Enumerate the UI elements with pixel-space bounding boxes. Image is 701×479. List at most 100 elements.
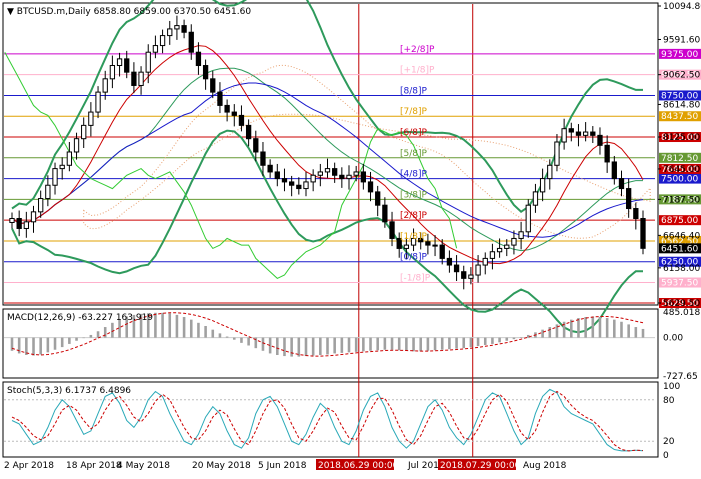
candle-body	[95, 91, 101, 113]
x-tick-label-1: 18 Apr 2018	[66, 461, 122, 471]
murrey-label-11: [-1/8]P	[400, 274, 431, 284]
candle-body	[138, 71, 144, 86]
y-tick-label-6: 7187.50	[663, 195, 700, 205]
stoch-title: Stoch(5,3,3) 6.1737 6.4896	[7, 386, 131, 396]
candle-body	[446, 257, 453, 266]
candle-body	[367, 181, 374, 193]
candle-body	[375, 191, 381, 206]
candle-body	[346, 174, 352, 180]
candle-body	[461, 271, 467, 279]
candle-body	[102, 78, 108, 93]
x-tick-label-8: Aug 2018	[523, 461, 567, 471]
y-tick-label-1: 9591.60	[663, 35, 700, 45]
stoch-y-tick-3: 0	[663, 451, 669, 461]
candle-body	[518, 231, 524, 239]
candle-body	[525, 204, 531, 233]
x-tick-label-3: 20 May 2018	[192, 461, 251, 471]
candle-body	[38, 198, 44, 213]
main-pane-frame	[2, 2, 659, 306]
x-tick-label-7: 2018.07.29 00:00	[440, 461, 521, 471]
chikou-line	[4, 51, 458, 279]
candle-body	[202, 65, 209, 80]
candle-body	[274, 171, 280, 180]
candle-body	[217, 91, 223, 106]
candle-body	[267, 164, 273, 173]
candle-body	[468, 274, 474, 279]
candle-body	[260, 151, 266, 166]
murrey-label-8: [2/8]P	[400, 211, 428, 221]
ohlc-readout: 6858.80 6859.00 6370.50 6451.60	[94, 7, 252, 17]
candle-body	[539, 178, 546, 193]
candle-body	[188, 31, 194, 53]
y-tick-label-4: 8125.00	[663, 133, 700, 143]
candle-body	[626, 188, 632, 210]
murrey-label-9: [1/8]P	[400, 232, 428, 242]
candle-body	[611, 161, 617, 180]
bollinger-upper	[11, 0, 643, 213]
candle-body	[45, 184, 51, 200]
candle-body	[231, 111, 237, 116]
y-tick-label-2: 9062.50	[663, 71, 700, 81]
candle-body	[210, 78, 216, 93]
candle-body	[489, 251, 496, 259]
candle-body	[59, 164, 65, 170]
price-tag-text-8: 6875.00	[661, 216, 698, 226]
x-tick-label-4: 5 Jun 2018	[258, 461, 307, 471]
candle-body	[253, 138, 259, 153]
murrey-label-3: [7/8]P	[400, 107, 428, 117]
candle-body	[73, 138, 80, 153]
candle-body	[554, 141, 560, 166]
candle-body	[332, 168, 338, 176]
candle-body	[66, 151, 73, 166]
candle-body	[453, 264, 460, 273]
x-tick-label-0: 2 Apr 2018	[4, 461, 54, 471]
candle-body	[475, 264, 481, 276]
symbol-name: BTCUSD.m,Daily	[17, 7, 92, 17]
candle-body	[439, 244, 445, 259]
candle-body	[145, 51, 151, 73]
price-axis: 9375.009062.508750.008437.508125.007812.…	[658, 2, 701, 309]
y-tick-label-5: 7645.00	[663, 165, 700, 175]
candle-body	[52, 168, 58, 186]
candle-body	[296, 184, 302, 190]
price-tag-text-5: 7812.50	[661, 154, 698, 164]
candle-body	[496, 247, 503, 253]
y-tick-label-3: 8614.80	[663, 100, 700, 110]
candle-body	[167, 28, 173, 37]
candle-body	[109, 65, 116, 80]
candle-body	[238, 114, 245, 126]
candle-body	[303, 181, 309, 190]
symbol-title-triangle: ▼	[7, 7, 17, 17]
candle-body	[504, 244, 510, 249]
candle-body	[353, 171, 359, 176]
candle-body	[389, 221, 395, 239]
candle-body	[382, 204, 388, 223]
ichimoku-cloud	[83, 64, 651, 239]
candle-body	[618, 178, 625, 190]
candle-body	[511, 237, 517, 246]
stoch-y-tick-0: 100	[663, 382, 680, 392]
murrey-label-5: [5/8]P	[400, 149, 428, 159]
candle-body	[124, 58, 130, 73]
candle-body	[432, 244, 438, 247]
price-tag-text-11: 5937.50	[661, 279, 698, 289]
macd-y-tick-0: 485.018	[663, 308, 700, 318]
candle-body	[360, 171, 367, 183]
chart-window: [+2/8]P [+1/8]P [8/8]P [7/8]P [6/8]P [5/8]P [4…	[0, 0, 701, 475]
stoch-signal-line	[11, 390, 644, 452]
candle-body	[30, 211, 37, 223]
candle-body	[561, 128, 567, 143]
candle-body	[403, 244, 410, 249]
stoch-y-tick-2: 20	[663, 437, 675, 447]
chart-canvas: [+2/8]P [+1/8]P [8/8]P [7/8]P [6/8]P [5/8]P [4…	[2, 0, 701, 471]
candle-body	[288, 181, 295, 186]
macd-title: MACD(12,26,9) -63.227 163.919	[7, 313, 153, 323]
y-tick-label-8: 6158.00	[663, 264, 700, 274]
murrey-label-6: [4/8]P	[400, 170, 428, 180]
candle-body	[317, 171, 323, 176]
candle-body	[425, 241, 431, 246]
y-tick-label-7: 6646.40	[663, 231, 700, 241]
macd-y-tick-1: 0.00	[663, 334, 683, 344]
candle-body	[16, 217, 22, 229]
symbol-title: ▼ BTCUSD.m,Daily 6858.80 6859.00 6370.50…	[7, 7, 251, 17]
